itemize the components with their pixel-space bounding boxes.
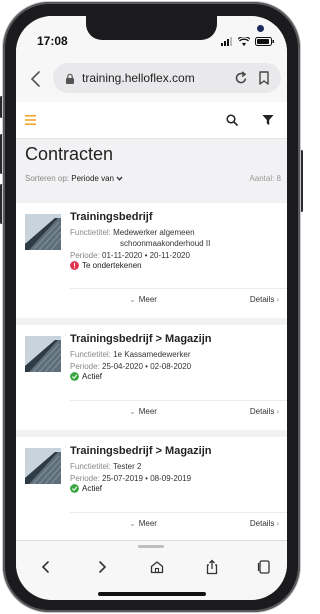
contract-title[interactable]: Trainingsbedrijf > Magazijn [70,445,212,457]
page-header: Contracten Sorteren op: Periode van Aant… [16,139,287,203]
building-thumbnail [25,448,61,484]
details-label: Details [249,407,275,416]
contract-card[interactable]: Trainingsbedrijf > Magazijn Functietitel… [16,325,287,430]
function-label: Functietitel: [70,350,111,359]
chevron-down-icon: ⌄ [129,519,136,528]
status-text: Actief [82,372,103,381]
contract-status: Te ondertekenen [70,261,142,270]
contract-function: Functietitel: Tester 2 [70,461,141,472]
card-footer: ⌄ Meer Details › [16,289,287,313]
contract-title[interactable]: Trainingsbedrijf > Magazijn [70,333,212,345]
chevron-right-icon: › [276,295,279,304]
building-thumbnail [25,336,61,372]
details-label: Details [249,295,275,304]
details-button[interactable]: Details › [250,295,279,304]
chevron-right-icon: › [276,407,279,416]
filter-icon[interactable] [262,114,274,126]
more-label: Meer [138,519,157,528]
search-icon[interactable] [226,114,238,126]
function-value: Tester 2 [112,462,142,471]
more-label: Meer [138,295,157,304]
more-label: Meer [138,407,157,416]
contract-card[interactable]: Trainingsbedrijf > Magazijn Functietitel… [16,437,287,540]
period-value: 25-04-2020 • 02-08-2020 [102,362,192,371]
camera-icon [257,25,264,32]
more-button[interactable]: ⌄ Meer [129,519,157,528]
phone-frame: 17:08 training.helloflex.com Contracten … [3,2,300,612]
browser-back-icon[interactable] [29,70,43,88]
drag-handle[interactable] [138,545,164,548]
address-bar[interactable]: training.helloflex.com [53,63,281,93]
menu-icon[interactable] [25,115,36,125]
more-button[interactable]: ⌄ Meer [129,407,157,416]
period-value: 25-07-2019 • 08-09-2019 [102,474,192,483]
contract-period: Periode: 25-07-2019 • 08-09-2019 [70,473,191,484]
notch [86,16,264,40]
function-label: Functietitel: [70,228,111,237]
period-label: Periode: [70,474,100,483]
signal-icon [221,36,232,46]
sort-label: Sorteren op: [25,174,70,183]
function-value-line1: Medewerker algemeen [113,228,195,237]
app-toolbar [16,102,287,139]
check-icon [70,372,79,381]
details-button[interactable]: Details › [250,519,279,528]
contract-period: Periode: 01-11-2020 • 20-11-2020 [70,250,190,261]
contract-function: Functietitel: Medewerker algemeen [70,227,195,238]
sort-control[interactable]: Sorteren op: Periode van [25,174,123,183]
status-bar: 17:08 [16,16,287,56]
contract-function: Functietitel: 1e Kassamedewerker [70,349,191,360]
building-thumbnail [25,214,61,250]
tabs-icon[interactable] [256,559,272,575]
alert-icon [70,261,79,270]
period-value: 01-11-2020 • 20-11-2020 [102,251,190,260]
chevron-down-icon: ⌄ [129,407,136,416]
contract-status: Actief [70,372,102,381]
chevron-down-icon[interactable] [116,176,123,181]
details-label: Details [249,519,275,528]
function-label: Functietitel: [70,462,111,471]
status-icons [221,36,275,46]
browser-bottom-toolbar [16,540,287,600]
forward-icon[interactable] [94,559,110,575]
screen: 17:08 training.helloflex.com Contracten … [16,16,287,600]
card-footer: ⌄ Meer Details › [16,401,287,425]
power-button [300,150,303,212]
share-icon[interactable] [204,559,220,575]
result-count: Aantal: 8 [249,174,281,183]
home-icon[interactable] [149,559,165,575]
more-button[interactable]: ⌄ Meer [129,295,157,304]
status-text: Te ondertekenen [82,261,142,270]
back-icon[interactable] [38,559,54,575]
contract-title[interactable]: Trainingsbedrijf [70,211,153,223]
chevron-right-icon: › [276,519,279,528]
wifi-icon [238,36,250,46]
url-text[interactable]: training.helloflex.com [82,71,195,85]
period-label: Periode: [70,251,100,260]
status-time: 17:08 [37,34,68,48]
contract-period: Periode: 25-04-2020 • 02-08-2020 [70,361,191,372]
card-footer: ⌄ Meer Details › [16,513,287,537]
browser-address-row: training.helloflex.com [16,56,287,103]
lock-icon [66,73,74,84]
home-indicator[interactable] [98,592,206,596]
function-value-line2: schoonmaakonderhoud II [120,239,211,248]
battery-icon [255,36,274,46]
reload-icon[interactable] [234,70,248,86]
status-text: Actief [82,484,103,493]
chevron-down-icon: ⌄ [129,295,136,304]
contract-status: Actief [70,484,102,493]
period-label: Periode: [70,362,100,371]
bookmark-icon[interactable] [258,71,270,85]
page-title: Contracten [25,144,114,164]
details-button[interactable]: Details › [250,407,279,416]
contract-card[interactable]: Trainingsbedrijf Functietitel: Medewerke… [16,203,287,318]
check-icon [70,484,79,493]
sort-value[interactable]: Periode van [71,174,114,183]
function-value: 1e Kassamedewerker [113,350,191,359]
